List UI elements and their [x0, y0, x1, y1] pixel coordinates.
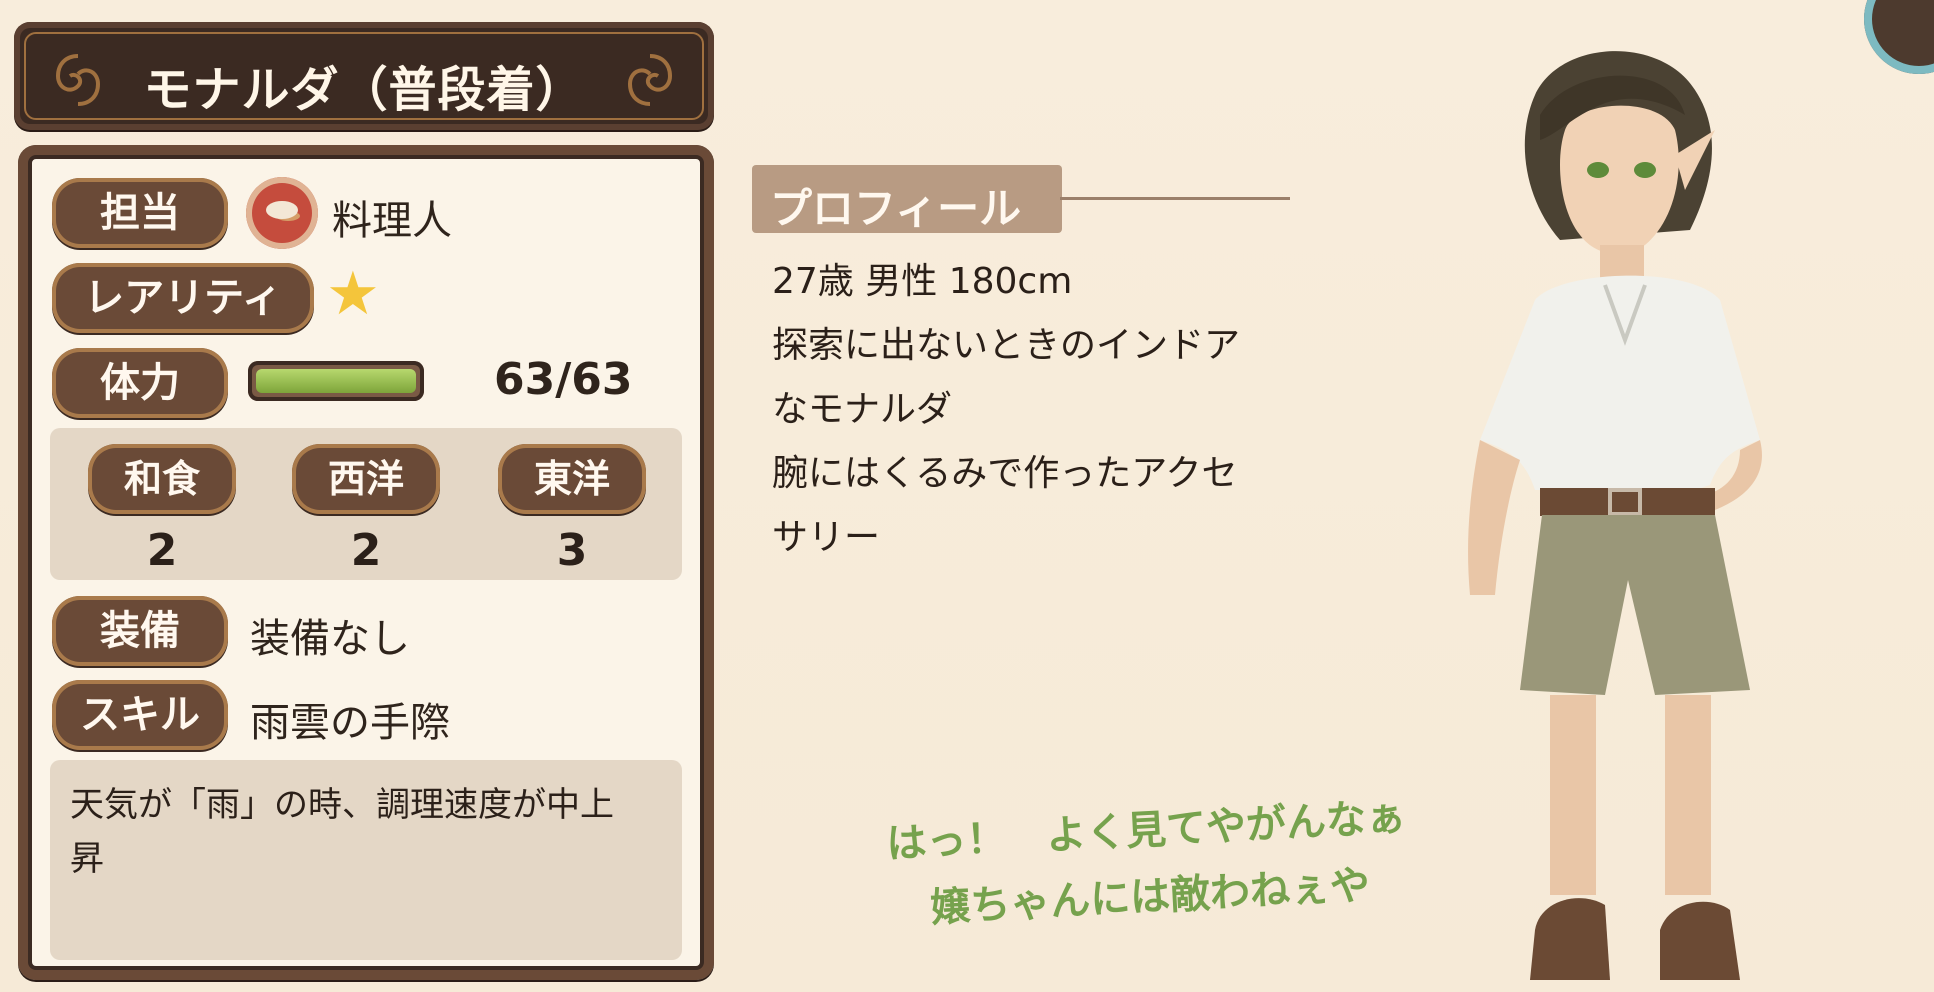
skill-description-panel: 天気が「雨」の時、調理速度が中上 昇 — [50, 760, 682, 960]
hp-value: 63/63 — [494, 354, 633, 405]
character-name: モナルダ（普段着） — [143, 62, 585, 118]
equipment-label: 装備 — [52, 596, 228, 666]
skill-name: 雨雲の手際 — [250, 700, 450, 746]
skill-label: スキル — [52, 680, 228, 750]
frying-pan-icon — [246, 177, 318, 249]
cuisine-value-eastern: 3 — [556, 525, 588, 576]
character-title-banner: モナルダ（普段着） — [14, 22, 714, 130]
hp-label: 体力 — [52, 348, 228, 418]
flourish-icon — [627, 54, 673, 106]
character-illustration — [1468, 51, 1762, 980]
profile-line: 探索に出ないときのインドア — [772, 325, 1241, 366]
cuisine-label-washoku: 和食 — [88, 444, 236, 514]
hp-bar — [248, 361, 424, 401]
profile-line: 腕にはくるみで作ったアクセ — [772, 453, 1238, 494]
cuisine-value-washoku: 2 — [146, 525, 178, 576]
flourish-icon — [55, 54, 101, 106]
profile-line: 27歳 男性 180cm — [772, 261, 1073, 302]
cuisine-label-eastern: 東洋 — [498, 444, 646, 514]
skill-description: 天気が「雨」の時、調理速度が中上 昇 — [70, 785, 614, 879]
role-value: 料理人 — [332, 198, 452, 244]
profile-divider — [1060, 197, 1290, 200]
equipment-value: 装備なし — [250, 616, 410, 662]
profile-text: 27歳 男性 180cm 探索に出ないときのインドア なモナルダ 腕にはくるみで… — [772, 250, 1292, 570]
rarity-label: レアリティ — [52, 263, 314, 333]
profile-heading-tag: プロフィール — [752, 165, 1062, 233]
profile-line: サリー — [772, 517, 881, 558]
profile-line: なモナルダ — [772, 389, 953, 430]
profile-heading: プロフィール — [770, 184, 1022, 233]
star-icon: ★ — [326, 259, 380, 329]
cuisine-label-western: 西洋 — [292, 444, 440, 514]
role-label: 担当 — [52, 178, 228, 248]
hp-bar-fill — [256, 369, 416, 393]
cuisine-value-western: 2 — [350, 525, 382, 576]
